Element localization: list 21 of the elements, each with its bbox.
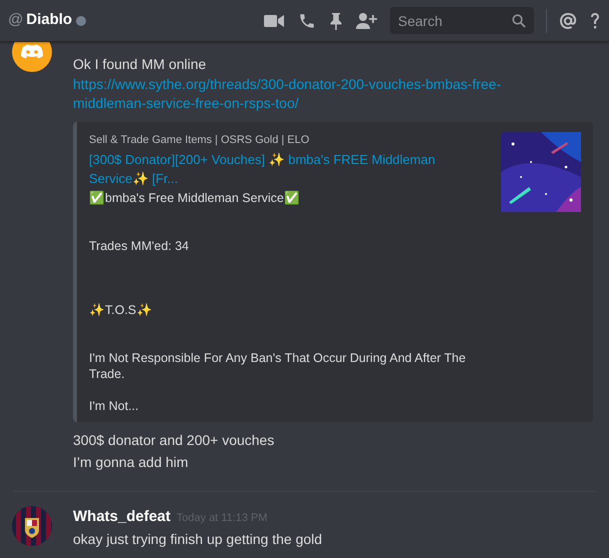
search-icon[interactable] [512, 14, 526, 28]
mention-icon[interactable] [559, 12, 577, 30]
add-user-icon[interactable] [356, 12, 378, 30]
channel-title: Diablo [26, 10, 72, 30]
message-text: Ok I found MM online [73, 55, 208, 74]
search-field[interactable]: Search [390, 7, 534, 34]
help-icon[interactable] [589, 12, 601, 30]
avatar-icon[interactable] [12, 42, 52, 72]
message-text: okay just trying finish up getting the gold [73, 530, 324, 549]
video-camera-icon[interactable] [264, 14, 284, 28]
at-sign: @ [8, 10, 24, 30]
phone-icon[interactable] [298, 12, 316, 30]
embed-description: ✅bmba's Free Middleman Service✅ Trades MM'ed: 34 ✨T.O.S✨ I'm Not Responsible For Any Ban's That Occur During And After The Trade. I'm Not... [89, 190, 467, 414]
embed-provider: Sell & Trade Game Items | OSRS Gold | ELO [89, 133, 310, 148]
username[interactable]: Whats_defeat [73, 506, 171, 528]
pin-icon[interactable] [330, 12, 342, 30]
message-link[interactable]: https://www.sythe.org/threads/300-donator-200-vouches-bmbas-free-middleman-service-free-on-rsps-too/ [73, 75, 543, 113]
message-text: 300$ donator and 200+ vouches [73, 431, 276, 450]
embed-title[interactable]: [300$ Donator][200+ Vouches] ✨ bmba's FREE Middleman Service✨ [Fr... [89, 150, 469, 188]
message-text: I’m gonna add him [73, 453, 190, 472]
avatar-icon[interactable] [12, 506, 52, 546]
